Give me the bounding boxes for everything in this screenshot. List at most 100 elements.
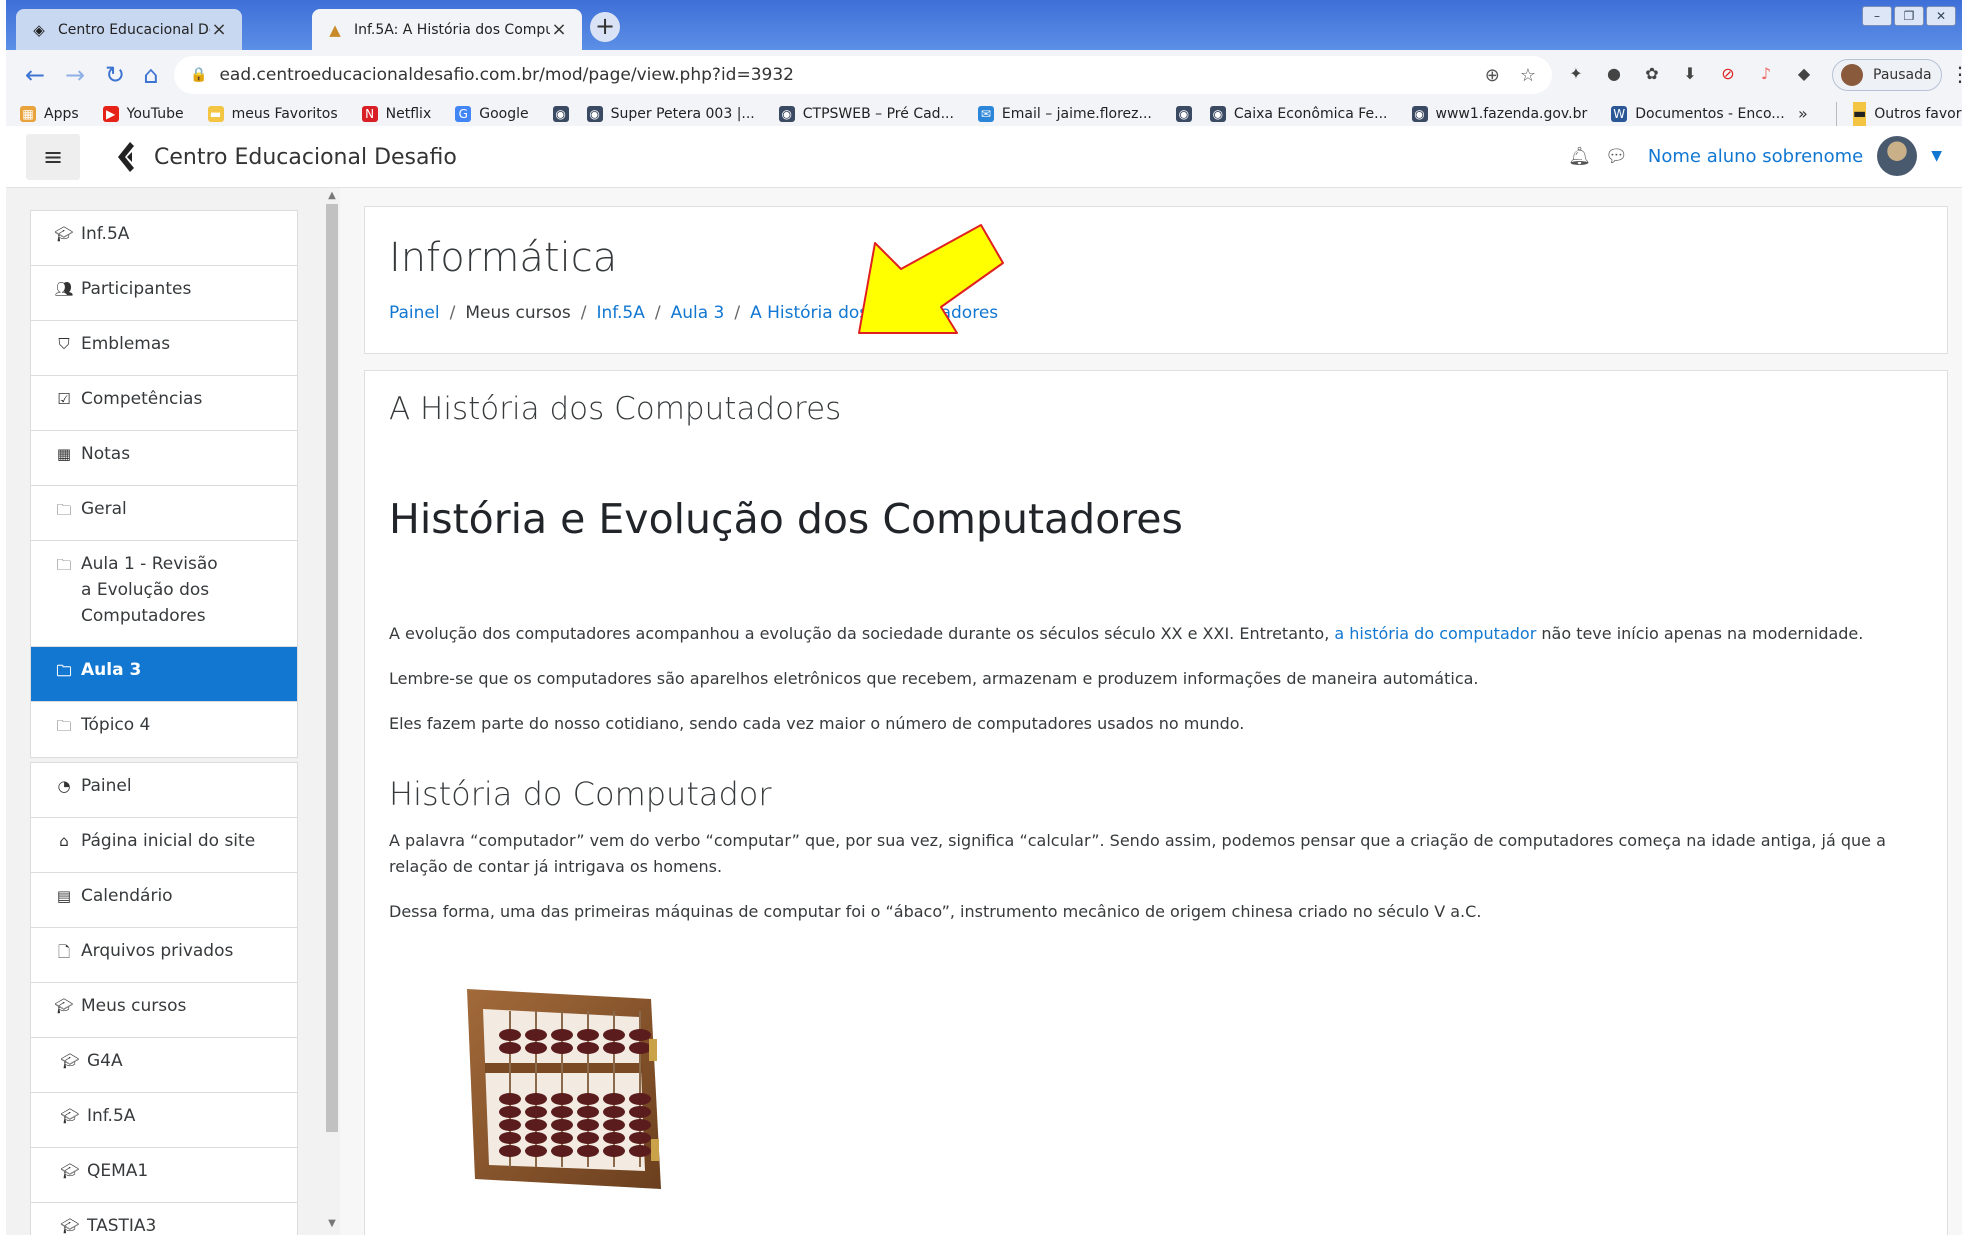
other-bookmarks-button[interactable]: ▬ Outros favoritos <box>1836 102 1962 126</box>
bookmark-item[interactable]: G Google <box>455 106 529 122</box>
extension-icon[interactable]: ● <box>1602 62 1626 86</box>
block-icon[interactable]: ⊘ <box>1716 62 1740 86</box>
user-name[interactable]: Nome aluno sobrenome <box>1648 146 1863 167</box>
translate-icon[interactable]: ⊕ <box>1485 65 1500 86</box>
drawer-item-meus-cursos[interactable]: 🎓︎ Meus cursos <box>31 983 297 1038</box>
graduation-cap-icon: 🎓︎ <box>54 225 74 243</box>
drawer-item-label: Participantes <box>81 279 192 299</box>
browser-tab-1[interactable]: ◈ Centro Educacional Desafio × <box>16 9 242 50</box>
caret-down-icon[interactable]: ▼ <box>1931 148 1942 164</box>
drawer-item-label: TASTIA3 <box>87 1216 157 1235</box>
paragraph-5: Dessa forma, uma das primeiras máquinas … <box>389 902 1482 921</box>
drawer-item-qema1[interactable]: 🎓︎ QEMA1 <box>31 1148 297 1203</box>
abacus-bead <box>525 1093 547 1105</box>
table-icon: ▦ <box>56 445 72 463</box>
close-icon[interactable]: × <box>210 19 228 40</box>
home-icon[interactable]: ⌂ <box>134 58 168 92</box>
bookmark-item[interactable]: N Netflix <box>361 106 431 122</box>
drawer-item-aula-1-revis-o-a-evolu-o-dos-computadores[interactable]: 🗀 Aula 1 - Revisão a Evolução dos Computa… <box>31 541 297 647</box>
abacus-bead <box>603 1145 625 1157</box>
folder-icon: 🗀 <box>56 717 72 735</box>
bookmark-item[interactable]: ◉ <box>552 106 577 122</box>
drawer-item-tastia3[interactable]: 🎓︎ TASTIA3 <box>31 1203 297 1235</box>
new-tab-button[interactable]: + <box>590 12 620 42</box>
bell-icon[interactable]: 🔔︎ <box>1568 146 1591 167</box>
minimize-icon[interactable]: – <box>1862 6 1892 26</box>
menu-kebab-icon[interactable]: ⋮ <box>1950 62 1962 86</box>
drawer-item-emblemas[interactable]: ⛉ Emblemas <box>31 321 297 376</box>
drawer-item-t-pico-4[interactable]: 🗀 Tópico 4 <box>31 702 297 757</box>
bookmark-item[interactable]: W Documentos - Enco... <box>1611 106 1785 122</box>
bookmark-label: Super Petera 003 |... <box>610 106 755 122</box>
drawer-item-calend-rio[interactable]: ▤ Calendário <box>31 873 297 928</box>
forward-arrow-icon[interactable]: → <box>58 58 92 92</box>
breadcrumb-item[interactable]: Inf.5A <box>596 303 644 323</box>
globe-icon: ◉ <box>1411 106 1428 122</box>
hamburger-menu-icon[interactable]: ≡ <box>26 134 80 180</box>
scroll-down-icon[interactable]: ▼ <box>324 1218 340 1229</box>
abacus-image <box>467 989 661 1189</box>
bookmark-item[interactable]: ◉ Caixa Econômica Fe... <box>1209 106 1388 122</box>
cube-icon[interactable]: ◆ <box>1792 62 1816 86</box>
drawer-item-label: Aula 3 <box>81 660 142 680</box>
drawer-item-compet-ncias[interactable]: ☑ Competências <box>31 376 297 431</box>
chat-bubble-icon[interactable]: 💬︎ <box>1605 146 1628 167</box>
globe-icon: ◉ <box>586 106 603 122</box>
drawer-item-notas[interactable]: ▦ Notas <box>31 431 297 486</box>
abacus-bead <box>577 1132 599 1144</box>
drawer-item-g4a[interactable]: 🎓︎ G4A <box>31 1038 297 1093</box>
site-brand[interactable]: Centro Educacional Desafio <box>114 140 457 174</box>
paragraph-4: A palavra “computador” vem do verbo “com… <box>389 831 1886 876</box>
extension-icon[interactable]: ✿ <box>1640 62 1664 86</box>
back-arrow-icon[interactable]: ← <box>18 58 52 92</box>
drawer-item-label: Inf.5A <box>81 224 130 244</box>
bookmark-item[interactable]: ✉ Email – jaime.florez... <box>977 106 1152 122</box>
scrollbar-thumb[interactable] <box>326 204 338 1132</box>
bookmark-item[interactable]: ▬ meus Favoritos <box>207 106 338 122</box>
profile-button[interactable]: Pausada <box>1832 59 1942 91</box>
drawer-item-label: Emblemas <box>81 334 171 354</box>
course-nav-group: 🎓︎ Inf.5A 👥︎ Participantes ⛉ Emblemas ☑ Competê… <box>30 210 298 758</box>
drawer-scrollbar[interactable]: ▲ ▼ <box>324 188 340 1235</box>
drawer-item-aula-3[interactable]: 🗀 Aula 3 <box>31 647 297 702</box>
netflix-icon: N <box>361 106 378 122</box>
breadcrumb-item[interactable]: Aula 3 <box>671 303 725 323</box>
drawer-item-label: Geral <box>81 499 127 519</box>
bookmark-item[interactable]: ◉ www1.fazenda.gov.br <box>1411 106 1587 122</box>
abacus-bead <box>499 1042 521 1054</box>
close-icon[interactable]: × <box>550 19 568 40</box>
browser-tab-2[interactable]: ▲ Inf.5A: A História dos Computad × <box>312 9 582 50</box>
bookmark-item[interactable]: ◉ <box>1175 106 1200 122</box>
abacus-bead <box>577 1145 599 1157</box>
history-link[interactable]: a história do computador <box>1334 624 1536 643</box>
star-icon[interactable]: ☆ <box>1520 65 1536 86</box>
drawer-item-inf-5a[interactable]: 🎓︎ Inf.5A <box>31 211 297 266</box>
restore-icon[interactable]: ❐ <box>1894 6 1924 26</box>
breadcrumb-item[interactable]: Painel <box>389 303 440 323</box>
course-title: Informática <box>389 235 618 281</box>
bookmark-item[interactable]: ▶ YouTube <box>102 106 184 122</box>
music-icon[interactable]: ♪ <box>1754 62 1778 86</box>
breadcrumb-separator: / <box>449 303 456 323</box>
scroll-up-icon[interactable]: ▲ <box>324 190 340 201</box>
abacus-bead <box>551 1106 573 1118</box>
close-window-icon[interactable]: ✕ <box>1926 6 1956 26</box>
drawer-item-participantes[interactable]: 👥︎ Participantes <box>31 266 297 321</box>
drawer-item-arquivos-privados[interactable]: 🗋 Arquivos privados <box>31 928 297 983</box>
bookmarks-overflow-button[interactable]: » <box>1798 102 1808 126</box>
drawer-item-painel[interactable]: ◔ Painel <box>31 763 297 818</box>
extension-icon[interactable]: ✦ <box>1564 62 1588 86</box>
bookmark-item[interactable]: ◉ CTPSWEB – Pré Cad... <box>778 106 954 122</box>
user-avatar[interactable] <box>1877 136 1918 176</box>
drawer-item-geral[interactable]: 🗀 Geral <box>31 486 297 541</box>
globe-icon: ◉ <box>552 106 569 122</box>
other-bookmarks-label: Outros favoritos <box>1874 106 1962 122</box>
bookmark-item[interactable]: ▦ Apps <box>20 106 79 122</box>
drawer-item-p-gina-inicial-do-site[interactable]: ⌂ Página inicial do site <box>31 818 297 873</box>
download-icon[interactable]: ⬇ <box>1678 62 1702 86</box>
abacus-bead <box>629 1119 651 1131</box>
bookmark-item[interactable]: ◉ Super Petera 003 |... <box>586 106 755 122</box>
drawer-item-inf-5a[interactable]: 🎓︎ Inf.5A <box>31 1093 297 1148</box>
address-bar[interactable]: 🔒 ead.centroeducacionaldesafio.com.br/mo… <box>174 56 1552 94</box>
reload-icon[interactable]: ↻ <box>98 58 132 92</box>
